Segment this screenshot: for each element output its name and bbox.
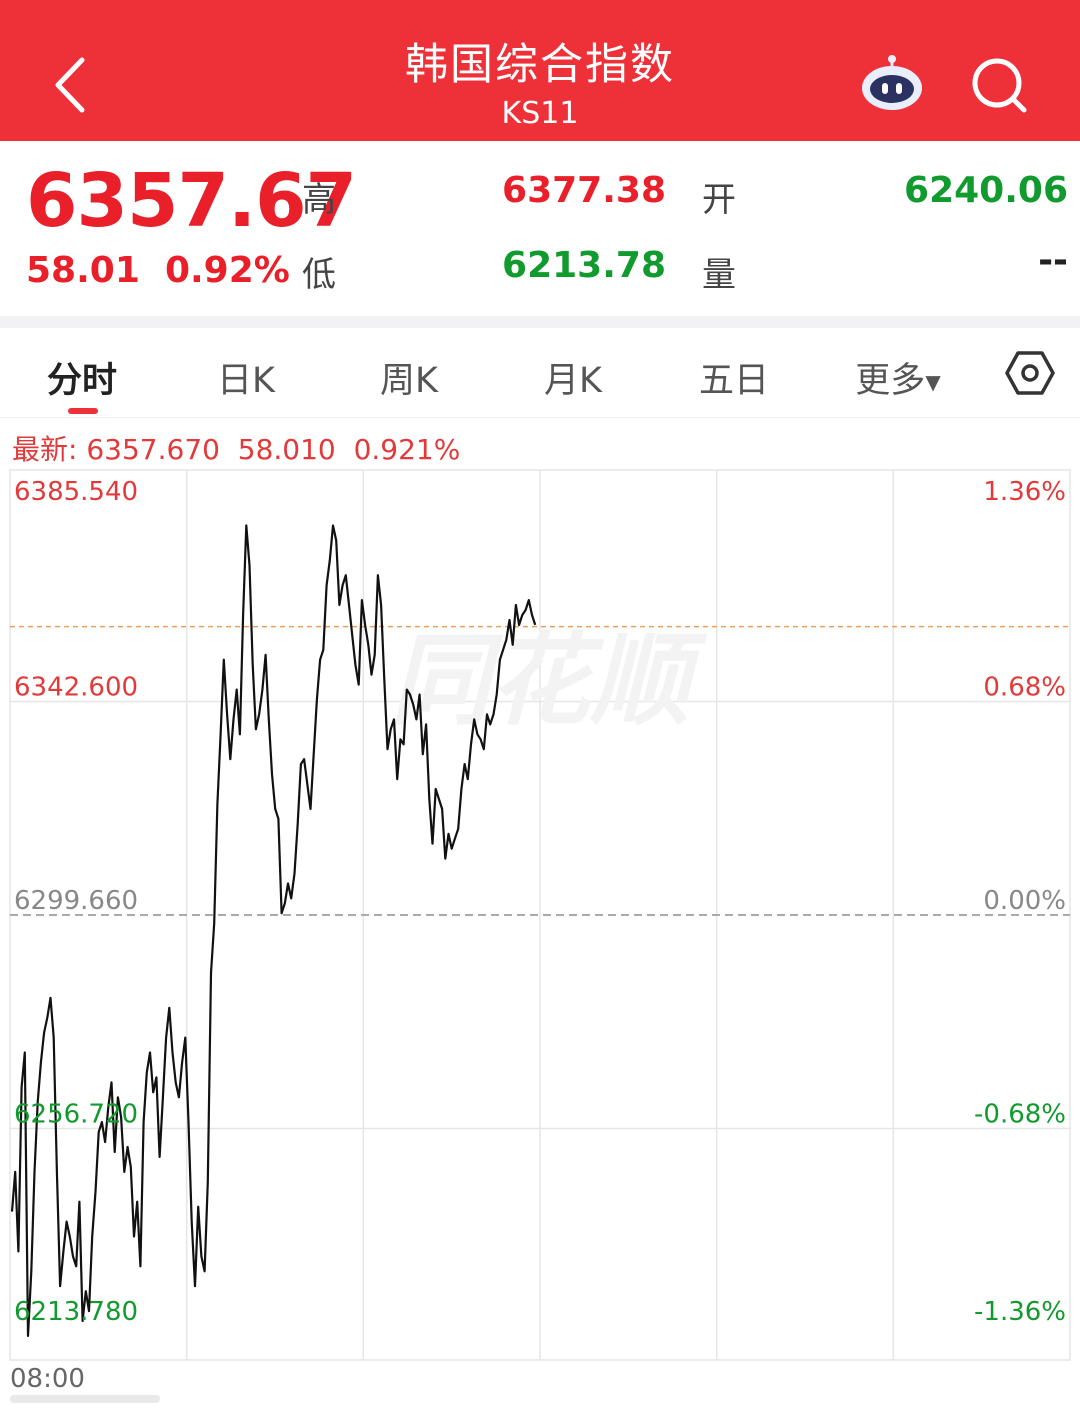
latest-readout: 最新: 6357.670 58.010 0.921%: [12, 433, 461, 466]
section-divider: [0, 316, 1080, 328]
low-value: 6213.78: [502, 245, 666, 286]
open-label: 开: [702, 180, 736, 220]
tab-more[interactable]: 更多▼: [828, 352, 968, 403]
chart-scrollbar[interactable]: [10, 1395, 160, 1403]
settings-hexagon-icon[interactable]: [1005, 350, 1055, 396]
y-axis-pct-label: 0.00%: [983, 886, 1066, 916]
intraday-line-chart[interactable]: 同花顺 6385.540 1.36% 6342.600 0.68% 6299.660 0.…: [0, 465, 1080, 1412]
watermark-logo: 同花顺: [390, 622, 708, 739]
chart-grid: [10, 470, 1070, 1360]
y-axis-price-label: 6342.600: [14, 673, 138, 703]
y-axis-pct-label: -1.36%: [974, 1297, 1066, 1327]
tab-weekly-k[interactable]: 周K: [339, 352, 479, 403]
tab-monthly-k[interactable]: 月K: [503, 352, 643, 403]
caret-down-icon: ▼: [925, 370, 941, 394]
y-axis-pct-label: 1.36%: [983, 477, 1066, 507]
y-axis-price-label: 6299.660: [14, 886, 138, 916]
active-tab-indicator: [68, 408, 98, 414]
high-value: 6377.38: [502, 170, 666, 211]
tab-daily-k[interactable]: 日K: [176, 352, 316, 403]
open-value: 6240.06: [904, 170, 1068, 211]
tab-five-day[interactable]: 五日: [664, 352, 804, 403]
search-icon[interactable]: [970, 56, 1028, 114]
y-axis-price-label: 6213.780: [14, 1297, 138, 1327]
header-bar: 韩国综合指数 KS11: [0, 0, 1080, 141]
price-change: 58.01 0.92%: [26, 250, 290, 291]
robot-assistant-icon[interactable]: [860, 54, 924, 112]
volume-value: --: [1038, 240, 1068, 281]
axis-labels: 6385.540 1.36% 6342.600 0.68% 6299.660 0.00% 6…: [10, 477, 1066, 1394]
volume-label: 量: [702, 255, 736, 295]
tab-intraday[interactable]: 分时: [12, 352, 152, 403]
x-axis-label: 08:00: [10, 1364, 85, 1394]
y-axis-price-label: 6385.540: [14, 477, 138, 507]
y-axis-pct-label: 0.68%: [983, 673, 1066, 703]
y-axis-pct-label: -0.68%: [974, 1100, 1066, 1130]
period-tabs: 分时 日K 周K 月K 五日 更多▼: [0, 328, 1080, 418]
high-label: 高: [302, 180, 336, 220]
y-axis-price-label: 6256.720: [14, 1100, 138, 1130]
low-label: 低: [302, 255, 336, 295]
